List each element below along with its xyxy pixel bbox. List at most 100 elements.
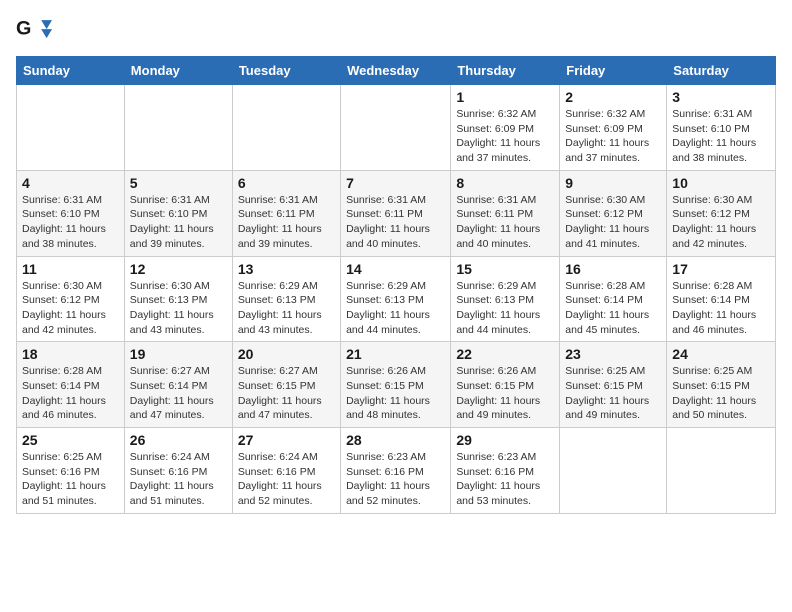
day-info: Sunrise: 6:27 AM Sunset: 6:14 PM Dayligh… bbox=[130, 364, 227, 423]
calendar-cell: 21 Sunrise: 6:26 AM Sunset: 6:15 PM Dayli… bbox=[341, 342, 451, 428]
calendar-cell bbox=[667, 428, 776, 514]
calendar-table: SundayMondayTuesdayWednesdayThursdayFrid… bbox=[16, 56, 776, 514]
day-info: Sunrise: 6:28 AM Sunset: 6:14 PM Dayligh… bbox=[672, 279, 770, 338]
day-number: 26 bbox=[130, 432, 227, 448]
day-info: Sunrise: 6:28 AM Sunset: 6:14 PM Dayligh… bbox=[22, 364, 119, 423]
day-number: 18 bbox=[22, 346, 119, 362]
col-header-friday: Friday bbox=[560, 57, 667, 85]
col-header-tuesday: Tuesday bbox=[232, 57, 340, 85]
logo-icon: G bbox=[16, 16, 52, 44]
day-number: 9 bbox=[565, 175, 661, 191]
day-info: Sunrise: 6:31 AM Sunset: 6:11 PM Dayligh… bbox=[346, 193, 445, 252]
calendar-cell: 4 Sunrise: 6:31 AM Sunset: 6:10 PM Daylig… bbox=[17, 170, 125, 256]
svg-text:G: G bbox=[16, 18, 31, 40]
day-number: 3 bbox=[672, 89, 770, 105]
calendar-week-row: 1 Sunrise: 6:32 AM Sunset: 6:09 PM Daylig… bbox=[17, 85, 776, 171]
calendar-week-row: 11 Sunrise: 6:30 AM Sunset: 6:12 PM Dayli… bbox=[17, 256, 776, 342]
day-number: 27 bbox=[238, 432, 335, 448]
calendar-cell: 26 Sunrise: 6:24 AM Sunset: 6:16 PM Dayli… bbox=[124, 428, 232, 514]
col-header-sunday: Sunday bbox=[17, 57, 125, 85]
day-number: 14 bbox=[346, 261, 445, 277]
day-info: Sunrise: 6:23 AM Sunset: 6:16 PM Dayligh… bbox=[346, 450, 445, 509]
calendar-cell: 6 Sunrise: 6:31 AM Sunset: 6:11 PM Daylig… bbox=[232, 170, 340, 256]
day-info: Sunrise: 6:29 AM Sunset: 6:13 PM Dayligh… bbox=[456, 279, 554, 338]
day-info: Sunrise: 6:30 AM Sunset: 6:12 PM Dayligh… bbox=[22, 279, 119, 338]
day-info: Sunrise: 6:26 AM Sunset: 6:15 PM Dayligh… bbox=[346, 364, 445, 423]
calendar-cell: 12 Sunrise: 6:30 AM Sunset: 6:13 PM Dayli… bbox=[124, 256, 232, 342]
day-info: Sunrise: 6:23 AM Sunset: 6:16 PM Dayligh… bbox=[456, 450, 554, 509]
day-number: 25 bbox=[22, 432, 119, 448]
calendar-cell: 7 Sunrise: 6:31 AM Sunset: 6:11 PM Daylig… bbox=[341, 170, 451, 256]
calendar-week-row: 4 Sunrise: 6:31 AM Sunset: 6:10 PM Daylig… bbox=[17, 170, 776, 256]
day-info: Sunrise: 6:27 AM Sunset: 6:15 PM Dayligh… bbox=[238, 364, 335, 423]
day-info: Sunrise: 6:25 AM Sunset: 6:15 PM Dayligh… bbox=[565, 364, 661, 423]
calendar-cell: 14 Sunrise: 6:29 AM Sunset: 6:13 PM Dayli… bbox=[341, 256, 451, 342]
calendar-cell: 2 Sunrise: 6:32 AM Sunset: 6:09 PM Daylig… bbox=[560, 85, 667, 171]
day-info: Sunrise: 6:29 AM Sunset: 6:13 PM Dayligh… bbox=[346, 279, 445, 338]
day-info: Sunrise: 6:32 AM Sunset: 6:09 PM Dayligh… bbox=[456, 107, 554, 166]
calendar-cell: 16 Sunrise: 6:28 AM Sunset: 6:14 PM Dayli… bbox=[560, 256, 667, 342]
calendar-cell: 13 Sunrise: 6:29 AM Sunset: 6:13 PM Dayli… bbox=[232, 256, 340, 342]
calendar-cell: 15 Sunrise: 6:29 AM Sunset: 6:13 PM Dayli… bbox=[451, 256, 560, 342]
day-number: 22 bbox=[456, 346, 554, 362]
day-info: Sunrise: 6:31 AM Sunset: 6:11 PM Dayligh… bbox=[238, 193, 335, 252]
day-info: Sunrise: 6:28 AM Sunset: 6:14 PM Dayligh… bbox=[565, 279, 661, 338]
calendar-cell: 1 Sunrise: 6:32 AM Sunset: 6:09 PM Daylig… bbox=[451, 85, 560, 171]
day-number: 7 bbox=[346, 175, 445, 191]
calendar-cell: 10Sunrise: 6:30 AM Sunset: 6:12 PM Dayli… bbox=[667, 170, 776, 256]
day-info: Sunrise: 6:25 AM Sunset: 6:15 PM Dayligh… bbox=[672, 364, 770, 423]
calendar-cell: 23 Sunrise: 6:25 AM Sunset: 6:15 PM Dayli… bbox=[560, 342, 667, 428]
col-header-monday: Monday bbox=[124, 57, 232, 85]
logo: G bbox=[16, 16, 54, 44]
day-number: 21 bbox=[346, 346, 445, 362]
calendar-cell bbox=[560, 428, 667, 514]
day-info: Sunrise: 6:31 AM Sunset: 6:10 PM Dayligh… bbox=[130, 193, 227, 252]
calendar-cell: 20Sunrise: 6:27 AM Sunset: 6:15 PM Dayli… bbox=[232, 342, 340, 428]
day-number: 12 bbox=[130, 261, 227, 277]
calendar-cell: 28 Sunrise: 6:23 AM Sunset: 6:16 PM Dayli… bbox=[341, 428, 451, 514]
calendar-cell bbox=[17, 85, 125, 171]
header: G bbox=[16, 16, 776, 44]
day-number: 13 bbox=[238, 261, 335, 277]
day-number: 17 bbox=[672, 261, 770, 277]
day-info: Sunrise: 6:32 AM Sunset: 6:09 PM Dayligh… bbox=[565, 107, 661, 166]
day-info: Sunrise: 6:24 AM Sunset: 6:16 PM Dayligh… bbox=[238, 450, 335, 509]
calendar-cell: 3Sunrise: 6:31 AM Sunset: 6:10 PM Daylig… bbox=[667, 85, 776, 171]
day-info: Sunrise: 6:30 AM Sunset: 6:13 PM Dayligh… bbox=[130, 279, 227, 338]
day-number: 1 bbox=[456, 89, 554, 105]
calendar-cell: 24 Sunrise: 6:25 AM Sunset: 6:15 PM Dayli… bbox=[667, 342, 776, 428]
calendar-header-row: SundayMondayTuesdayWednesdayThursdayFrid… bbox=[17, 57, 776, 85]
day-number: 11 bbox=[22, 261, 119, 277]
day-info: Sunrise: 6:26 AM Sunset: 6:15 PM Dayligh… bbox=[456, 364, 554, 423]
day-number: 6 bbox=[238, 175, 335, 191]
calendar-cell: 18 Sunrise: 6:28 AM Sunset: 6:14 PM Dayli… bbox=[17, 342, 125, 428]
calendar-cell: 29 Sunrise: 6:23 AM Sunset: 6:16 PM Dayli… bbox=[451, 428, 560, 514]
col-header-thursday: Thursday bbox=[451, 57, 560, 85]
calendar-cell: 8Sunrise: 6:31 AM Sunset: 6:11 PM Daylig… bbox=[451, 170, 560, 256]
day-info: Sunrise: 6:29 AM Sunset: 6:13 PM Dayligh… bbox=[238, 279, 335, 338]
col-header-saturday: Saturday bbox=[667, 57, 776, 85]
calendar-cell: 9 Sunrise: 6:30 AM Sunset: 6:12 PM Daylig… bbox=[560, 170, 667, 256]
day-number: 2 bbox=[565, 89, 661, 105]
day-info: Sunrise: 6:30 AM Sunset: 6:12 PM Dayligh… bbox=[672, 193, 770, 252]
day-number: 4 bbox=[22, 175, 119, 191]
calendar-cell: 11 Sunrise: 6:30 AM Sunset: 6:12 PM Dayli… bbox=[17, 256, 125, 342]
day-info: Sunrise: 6:31 AM Sunset: 6:10 PM Dayligh… bbox=[22, 193, 119, 252]
day-info: Sunrise: 6:24 AM Sunset: 6:16 PM Dayligh… bbox=[130, 450, 227, 509]
day-info: Sunrise: 6:30 AM Sunset: 6:12 PM Dayligh… bbox=[565, 193, 661, 252]
calendar-week-row: 18 Sunrise: 6:28 AM Sunset: 6:14 PM Dayli… bbox=[17, 342, 776, 428]
calendar-cell: 27 Sunrise: 6:24 AM Sunset: 6:16 PM Dayli… bbox=[232, 428, 340, 514]
calendar-cell: 5 Sunrise: 6:31 AM Sunset: 6:10 PM Daylig… bbox=[124, 170, 232, 256]
day-number: 15 bbox=[456, 261, 554, 277]
day-number: 16 bbox=[565, 261, 661, 277]
day-info: Sunrise: 6:25 AM Sunset: 6:16 PM Dayligh… bbox=[22, 450, 119, 509]
calendar-cell bbox=[232, 85, 340, 171]
day-number: 5 bbox=[130, 175, 227, 191]
day-number: 28 bbox=[346, 432, 445, 448]
day-number: 29 bbox=[456, 432, 554, 448]
day-number: 23 bbox=[565, 346, 661, 362]
calendar-cell bbox=[341, 85, 451, 171]
day-number: 24 bbox=[672, 346, 770, 362]
calendar-cell bbox=[124, 85, 232, 171]
calendar-cell: 17 Sunrise: 6:28 AM Sunset: 6:14 PM Dayli… bbox=[667, 256, 776, 342]
